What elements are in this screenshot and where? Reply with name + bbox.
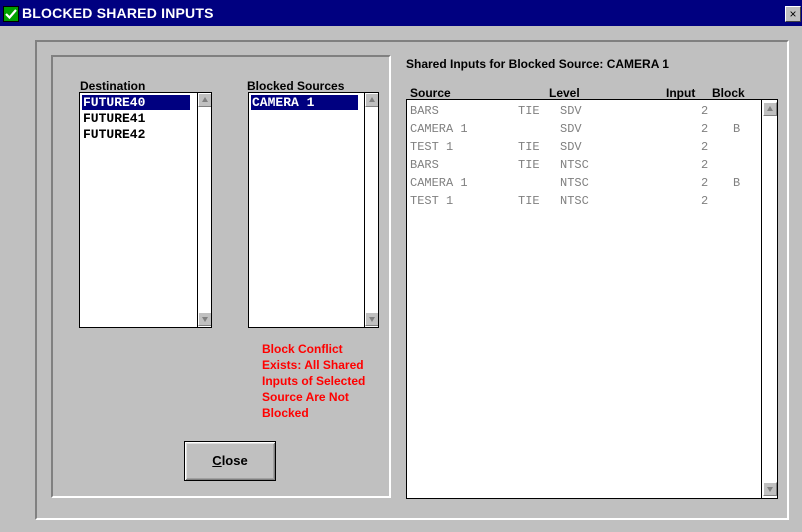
scroll-up-arrow-icon[interactable] [365, 93, 378, 107]
row-source: TEST 1 [410, 194, 454, 208]
row-source: CAMERA 1 [410, 176, 468, 190]
window-title: BLOCKED SHARED INPUTS [22, 5, 214, 21]
blocked-source-list-item[interactable]: CAMERA 1 [251, 95, 358, 110]
scroll-down-arrow-icon[interactable] [198, 312, 211, 326]
row-source: CAMERA 1 [410, 122, 468, 136]
blocked-sources-listbox[interactable]: CAMERA 1 [248, 92, 379, 328]
scroll-down-arrow-icon[interactable] [365, 312, 378, 326]
column-header-input: Input [666, 86, 696, 100]
destination-listbox[interactable]: FUTURE40 FUTURE41 FUTURE42 [79, 92, 212, 328]
scroll-up-arrow-icon[interactable] [763, 102, 777, 116]
table-row[interactable]: BARS TIE SDV 2 [407, 103, 759, 119]
row-tie: TIE [518, 194, 540, 208]
close-button[interactable]: Close [184, 441, 276, 481]
shared-inputs-scrollbar[interactable] [761, 100, 777, 498]
row-level: NTSC [560, 176, 589, 190]
row-tie: TIE [518, 104, 540, 118]
column-header-source: Source [410, 86, 451, 100]
row-input: 2 [701, 140, 709, 154]
close-button-label: lose [221, 453, 248, 468]
row-input: 2 [701, 158, 709, 172]
table-row[interactable]: TEST 1 TIE SDV 2 [407, 139, 759, 155]
destination-scrollbar[interactable] [197, 93, 211, 327]
row-tie: TIE [518, 140, 540, 154]
destination-list-item[interactable]: FUTURE40 [82, 95, 190, 110]
blocked-sources-label: Blocked Sources [247, 79, 345, 93]
destination-list-item[interactable]: FUTURE42 [82, 127, 183, 142]
warning-line: Source Are Not [262, 390, 349, 404]
row-level: NTSC [560, 158, 589, 172]
shared-inputs-title: Shared Inputs for Blocked Source: CAMERA… [406, 57, 669, 71]
row-level: SDV [560, 104, 582, 118]
row-input: 2 [701, 176, 709, 190]
row-input: 2 [701, 122, 709, 136]
row-tie: TIE [518, 158, 540, 172]
row-level: SDV [560, 140, 582, 154]
column-header-block: Block [712, 86, 745, 100]
table-row[interactable]: TEST 1 TIE NTSC 2 [407, 193, 759, 209]
row-input: 2 [701, 194, 709, 208]
row-source: TEST 1 [410, 140, 454, 154]
warning-line: Block Conflict [262, 342, 343, 356]
title-bar: BLOCKED SHARED INPUTS × [0, 0, 802, 26]
table-row[interactable]: CAMERA 1 SDV 2 B [407, 121, 759, 137]
scroll-up-arrow-icon[interactable] [198, 93, 211, 107]
row-level: NTSC [560, 194, 589, 208]
table-row[interactable]: CAMERA 1 NTSC 2 B [407, 175, 759, 191]
blocked-sources-scrollbar[interactable] [364, 93, 378, 327]
warning-line: Exists: All Shared [262, 358, 364, 372]
warning-line: Blocked [262, 406, 309, 420]
row-source: BARS [410, 158, 439, 172]
destination-list-item[interactable]: FUTURE41 [82, 111, 183, 126]
row-source: BARS [410, 104, 439, 118]
row-block: B [733, 176, 741, 190]
row-input: 2 [701, 104, 709, 118]
close-button-mnemonic: C [212, 453, 222, 468]
block-conflict-warning: Block Conflict Exists: All Shared Inputs… [262, 341, 392, 421]
destination-label: Destination [80, 79, 146, 93]
row-level: SDV [560, 122, 582, 136]
shared-inputs-listbox[interactable]: BARS TIE SDV 2 CAMERA 1 SDV 2 B TEST 1 TIE SDV 2 BAR… [406, 99, 778, 499]
row-block: B [733, 122, 741, 136]
close-window-icon[interactable]: × [785, 6, 801, 22]
column-header-level: Level [549, 86, 580, 100]
dialog-window: BLOCKED SHARED INPUTS × Destination FUTU… [0, 0, 802, 532]
app-check-icon [3, 6, 19, 22]
warning-line: Inputs of Selected [262, 374, 366, 388]
table-row[interactable]: BARS TIE NTSC 2 [407, 157, 759, 173]
scroll-down-arrow-icon[interactable] [763, 482, 777, 496]
